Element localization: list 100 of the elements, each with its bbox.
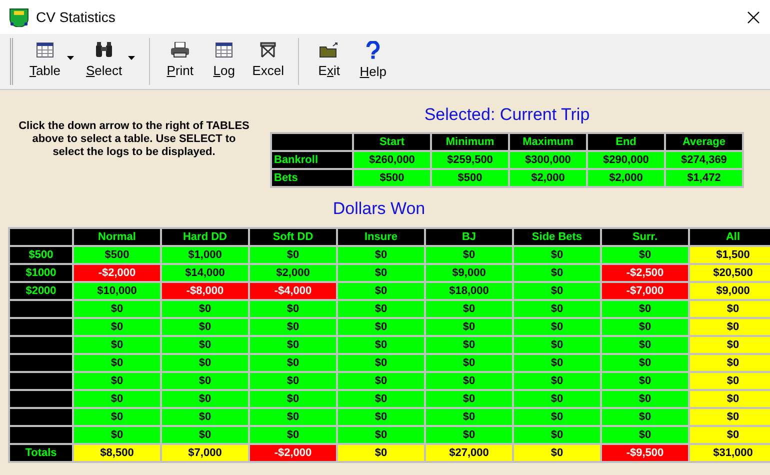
- column-header: All: [690, 229, 770, 245]
- row-header: $500: [10, 247, 72, 263]
- table-cell: $0: [514, 283, 600, 299]
- table-cell: $0: [74, 427, 160, 443]
- table-cell: $2,000: [250, 265, 336, 281]
- header-cell: [10, 229, 72, 245]
- toolbar-button[interactable]: Exit: [307, 34, 352, 89]
- table-cell: $0: [602, 247, 688, 263]
- table-title: Dollars Won: [332, 198, 426, 220]
- table-cell: $0: [690, 427, 770, 443]
- table-cell: $0: [602, 337, 688, 353]
- table-cell: $0: [514, 337, 600, 353]
- column-header: Minimum: [432, 134, 508, 150]
- table-cell: $0: [602, 427, 688, 443]
- header-cell: [10, 391, 72, 407]
- table-cell: $1,500: [690, 247, 770, 263]
- table-cell: $0: [74, 409, 160, 425]
- table-cell: $0: [514, 445, 600, 461]
- table-cell: $0: [162, 301, 248, 317]
- toolbar-button[interactable]: Table: [23, 34, 67, 89]
- table-cell: $7,000: [162, 445, 248, 461]
- table-cell: $500: [74, 247, 160, 263]
- table-cell: $2,000: [588, 170, 664, 186]
- table-cell: $0: [338, 265, 424, 281]
- table-cell: $260,000: [354, 152, 430, 168]
- table-cell: $14,000: [162, 265, 248, 281]
- table-cell: $0: [426, 409, 512, 425]
- table-cell: $1,000: [162, 247, 248, 263]
- table-cell: $0: [426, 319, 512, 335]
- column-header: Insure: [338, 229, 424, 245]
- table-cell: $500: [354, 170, 430, 186]
- row-header: Bankroll: [272, 152, 352, 168]
- table-cell: $0: [514, 355, 600, 371]
- dropdown-arrow-icon[interactable]: [67, 56, 74, 60]
- table-cell: $0: [162, 427, 248, 443]
- table-cell: $0: [690, 337, 770, 353]
- table-cell: $0: [338, 427, 424, 443]
- table-cell: $0: [250, 319, 336, 335]
- toolbar-button[interactable]: Help: [351, 34, 396, 89]
- toolbar-button[interactable]: Log: [202, 34, 246, 89]
- table-cell: $0: [74, 391, 160, 407]
- table-cell: $0: [162, 355, 248, 371]
- table-cell: $0: [338, 283, 424, 299]
- table-cell: $2,000: [510, 170, 586, 186]
- table-cell: $9,000: [690, 283, 770, 299]
- toolbar-button[interactable]: Select: [80, 34, 128, 89]
- table-cell: $0: [602, 301, 688, 317]
- folder-icon: [319, 42, 340, 58]
- column-header: Average: [666, 134, 742, 150]
- close-icon[interactable]: [747, 10, 760, 24]
- table-cell: $0: [338, 337, 424, 353]
- table-cell: $27,000: [426, 445, 512, 461]
- summary-title: Selected: Current Trip: [424, 104, 590, 126]
- table-cell: $0: [162, 373, 248, 389]
- table-cell: $0: [690, 301, 770, 317]
- column-header: Hard DD: [162, 229, 248, 245]
- table-cell: $0: [250, 355, 336, 371]
- grid-icon: [215, 42, 234, 58]
- table-cell: $0: [514, 409, 600, 425]
- table-cell: $500: [432, 170, 508, 186]
- column-header: Side Bets: [514, 229, 600, 245]
- table-cell: -$4,000: [250, 283, 336, 299]
- header-cell: [10, 337, 72, 353]
- header-cell: [10, 373, 72, 389]
- row-header: Bets: [272, 170, 352, 186]
- table-cell: $0: [426, 337, 512, 353]
- printer-icon: [170, 42, 190, 58]
- table-cell: $0: [250, 373, 336, 389]
- table-cell: $1,472: [666, 170, 742, 186]
- table-cell: $0: [690, 391, 770, 407]
- header-cell: [10, 301, 72, 317]
- toolbar-button[interactable]: Excel: [246, 34, 290, 89]
- table-cell: $0: [602, 319, 688, 335]
- window-title: CV Statistics: [36, 8, 116, 26]
- table-cell: -$2,000: [74, 265, 160, 281]
- binoculars-icon: [94, 42, 114, 58]
- app-icon: [8, 7, 30, 27]
- dropdown-arrow-icon[interactable]: [128, 56, 136, 60]
- table-cell: $18,000: [426, 283, 512, 299]
- toolbar-button[interactable]: Print: [158, 34, 202, 89]
- table-cell: $0: [426, 355, 512, 371]
- row-header: $2000: [10, 283, 72, 299]
- table-cell: $10,000: [74, 283, 160, 299]
- table-cell: $0: [514, 247, 600, 263]
- table-cell: $0: [514, 391, 600, 407]
- table-cell: $0: [162, 319, 248, 335]
- table-cell: $0: [426, 301, 512, 317]
- crossed-frame-icon: [259, 42, 278, 58]
- table-cell: $0: [338, 247, 424, 263]
- table-cell: $0: [74, 337, 160, 353]
- table-cell: $0: [74, 355, 160, 371]
- help-icon: [365, 41, 382, 60]
- row-header: Totals: [10, 445, 72, 461]
- column-header: Start: [354, 134, 430, 150]
- column-header: Maximum: [510, 134, 586, 150]
- table-cell: $0: [426, 427, 512, 443]
- row-header: $1000: [10, 265, 72, 281]
- column-header: End: [588, 134, 664, 150]
- table-cell: $0: [162, 409, 248, 425]
- table-cell: $0: [338, 373, 424, 389]
